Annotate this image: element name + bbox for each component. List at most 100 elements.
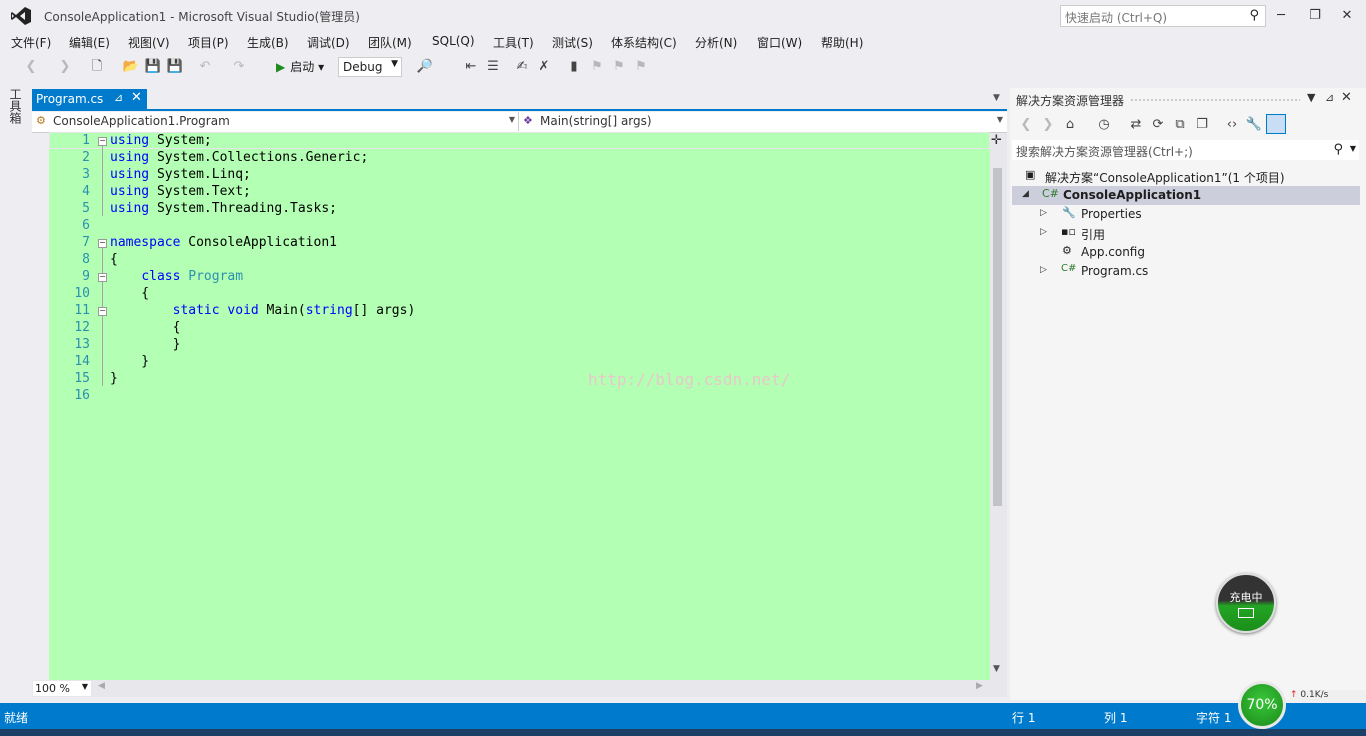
solution-search-placeholder: 搜索解决方案资源管理器(Ctrl+;): [1016, 145, 1193, 159]
close-tab-icon[interactable]: ✕: [131, 90, 142, 105]
view-code-icon[interactable]: ‹›: [1222, 115, 1242, 135]
properties-wrench-icon[interactable]: 🔧: [1244, 115, 1264, 135]
save-icon[interactable]: 💾: [144, 58, 162, 76]
line-number: 2: [82, 150, 90, 165]
line-number: 5: [82, 201, 90, 216]
tree-item-properties[interactable]: ▷ 🔧 Properties: [1012, 205, 1360, 224]
maximize-button[interactable]: ❐: [1301, 6, 1329, 26]
menu-build[interactable]: 生成(B): [247, 34, 289, 51]
sync-with-document-icon[interactable]: ⇄: [1126, 115, 1146, 135]
menu-window[interactable]: 窗口(W): [757, 34, 802, 51]
menu-project[interactable]: 项目(P): [188, 34, 229, 51]
panel-grip[interactable]: [1130, 98, 1300, 102]
bookmark-icon[interactable]: ▮: [565, 58, 583, 76]
redo-icon[interactable]: ↷: [230, 58, 248, 76]
charging-widget[interactable]: 充电中: [1216, 573, 1276, 633]
start-debugging-button[interactable]: ▶ 启动 ▾: [276, 58, 324, 76]
scroll-left-icon[interactable]: ◀: [98, 681, 105, 691]
navigate-forward-icon[interactable]: ❯: [56, 58, 74, 76]
clear-bookmarks-icon[interactable]: ⚑: [632, 58, 650, 76]
scroll-right-icon[interactable]: ▶: [976, 681, 983, 691]
editor-indicator-margin[interactable]: [32, 133, 49, 680]
close-panel-icon[interactable]: ✕: [1341, 90, 1352, 105]
open-file-icon[interactable]: 📂: [122, 58, 140, 76]
tree-item-label: 解决方案“ConsoleApplication1”(1 个项目): [1045, 171, 1285, 185]
member-dropdown[interactable]: ❖ Main(string[] args) ▼: [520, 112, 1006, 131]
menu-help[interactable]: 帮助(H): [821, 34, 863, 51]
scroll-down-icon[interactable]: ▼: [993, 664, 1000, 674]
outline-icon[interactable]: ☰: [484, 58, 502, 76]
tree-item-label: Properties: [1081, 207, 1142, 221]
menu-view[interactable]: 视图(V): [128, 34, 170, 51]
tab-overflow-dropdown-icon[interactable]: ▼: [993, 93, 1000, 103]
battery-percent-widget[interactable]: 70%: [1238, 681, 1286, 729]
zoom-value: 100 %: [35, 682, 70, 695]
preview-selected-items-icon[interactable]: [1266, 114, 1286, 134]
previous-bookmark-icon[interactable]: ⚑: [588, 58, 606, 76]
tree-item-label: ConsoleApplication1: [1063, 188, 1202, 202]
refresh-icon[interactable]: ⟳: [1148, 115, 1168, 135]
save-all-icon[interactable]: 💾: [166, 58, 184, 76]
expand-arrow-icon[interactable]: ▷: [1040, 208, 1047, 218]
collapse-method-toggle[interactable]: −: [98, 307, 107, 316]
collapse-class-toggle[interactable]: −: [98, 273, 107, 282]
tree-item-program-cs[interactable]: ▷ C# Program.cs: [1012, 262, 1360, 281]
tab-program-cs[interactable]: Program.cs ⊿ ✕: [32, 89, 147, 109]
code-line: {: [110, 252, 118, 267]
next-bookmark-icon[interactable]: ⚑: [610, 58, 628, 76]
menu-test[interactable]: 测试(S): [552, 34, 593, 51]
undo-icon[interactable]: ↶: [196, 58, 214, 76]
auto-hide-pin-icon[interactable]: ⊿: [1325, 91, 1334, 104]
start-label: 启动: [290, 60, 315, 74]
outline-guide: [102, 146, 103, 216]
quick-launch-input[interactable]: 快速启动 (Ctrl+Q) ⚲: [1060, 5, 1266, 27]
menu-edit[interactable]: 编辑(E): [69, 34, 110, 51]
back-icon[interactable]: ❮: [1016, 115, 1036, 135]
pending-changes-filter-icon[interactable]: ◷: [1094, 115, 1114, 135]
collapse-namespace-toggle[interactable]: −: [98, 239, 107, 248]
close-button[interactable]: ✕: [1333, 6, 1361, 26]
toolbox-tab[interactable]: 工具箱: [8, 88, 24, 124]
forward-icon[interactable]: ❯: [1038, 115, 1058, 135]
navigate-back-icon[interactable]: ❮: [22, 58, 40, 76]
code-token: using: [110, 167, 150, 182]
expand-arrow-icon[interactable]: ▷: [1040, 265, 1047, 275]
code-token: System.Threading.Tasks;: [149, 201, 337, 216]
vertical-scrollbar-thumb[interactable]: [993, 168, 1002, 506]
menu-debug[interactable]: 调试(D): [307, 34, 350, 51]
menu-sql[interactable]: SQL(Q): [432, 34, 475, 48]
comment-icon[interactable]: ✍: [513, 58, 531, 76]
type-dropdown[interactable]: ⚙ ConsoleApplication1.Program ▼: [33, 112, 519, 131]
collapse-usings-toggle[interactable]: −: [98, 137, 107, 146]
format-icon[interactable]: ⇤: [462, 58, 480, 76]
horizontal-scrollbar[interactable]: [32, 680, 1007, 697]
collapse-all-icon[interactable]: ⧉: [1170, 115, 1190, 135]
menu-file[interactable]: 文件(F): [11, 34, 51, 51]
new-project-icon[interactable]: 🗋: [88, 58, 106, 76]
code-token: class: [141, 269, 181, 284]
home-icon[interactable]: ⌂: [1060, 115, 1080, 135]
expand-arrow-icon[interactable]: ▷: [1040, 227, 1047, 237]
menu-team[interactable]: 团队(M): [368, 34, 412, 51]
zoom-level-select[interactable]: 100 % ▼: [33, 681, 91, 696]
split-window-icon[interactable]: ✛: [991, 133, 1002, 148]
minimize-button[interactable]: ─: [1267, 6, 1295, 26]
charging-label: 充电中: [1229, 591, 1263, 604]
uncomment-icon[interactable]: ✗: [535, 58, 553, 76]
tree-item-solution[interactable]: ▣ 解决方案“ConsoleApplication1”(1 个项目): [1012, 167, 1360, 186]
tree-item-project[interactable]: ◢ C# ConsoleApplication1: [1012, 186, 1360, 205]
solution-search-input[interactable]: 搜索解决方案资源管理器(Ctrl+;) ⚲ ▼: [1012, 140, 1359, 160]
code-token: string: [305, 303, 353, 318]
tab-strip-underline: [32, 109, 1007, 111]
collapse-arrow-icon[interactable]: ◢: [1022, 189, 1029, 199]
tree-item-references[interactable]: ▷ ▪▫ 引用: [1012, 224, 1360, 243]
pin-icon[interactable]: ⊿: [114, 91, 123, 104]
menu-tools[interactable]: 工具(T): [493, 34, 534, 51]
tree-item-app-config[interactable]: ⚙ App.config: [1012, 243, 1360, 262]
show-all-files-icon[interactable]: ❐: [1192, 115, 1212, 135]
panel-menu-icon[interactable]: ▼: [1307, 91, 1315, 104]
find-in-files-icon[interactable]: 🔎: [416, 58, 434, 76]
solution-configuration-select[interactable]: Debug ▼: [338, 57, 402, 77]
menu-architecture[interactable]: 体系结构(C): [611, 34, 677, 51]
menu-analyze[interactable]: 分析(N): [695, 34, 737, 51]
